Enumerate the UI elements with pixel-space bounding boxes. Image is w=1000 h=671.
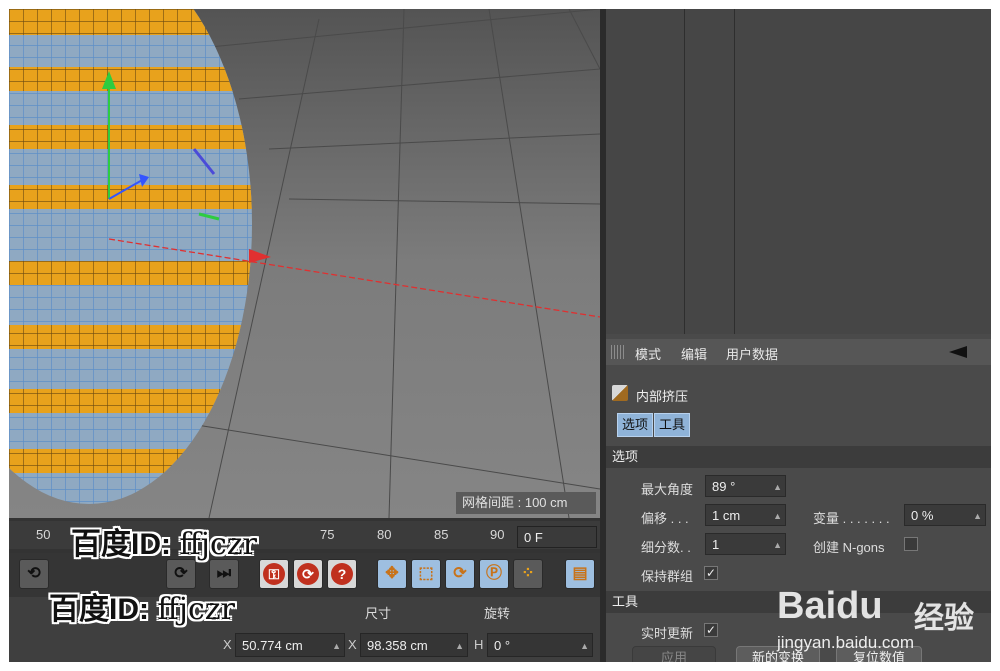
scale-tool-icon[interactable]: ⬚: [411, 559, 441, 589]
3d-viewport[interactable]: 网格间距 : 100 cm: [9, 9, 600, 518]
spinner-icon[interactable]: ▲: [332, 634, 341, 658]
jingyan-url: jingyan.baidu.com: [777, 633, 915, 652]
variance-label: 变量 . . . . . . .: [813, 511, 890, 526]
grip-icon[interactable]: [611, 345, 625, 359]
position-x-label: X: [223, 637, 232, 652]
object-manager[interactable]: [606, 9, 991, 334]
watermark-user: ffjczr: [157, 592, 235, 627]
help-keyframe-icon[interactable]: ?: [327, 559, 357, 589]
apply-button[interactable]: 应用: [632, 646, 716, 662]
max-angle-field[interactable]: 89 ° ▲: [705, 475, 786, 497]
attribute-menubar: 模式 编辑 用户数据: [606, 339, 991, 365]
rotation-h-field[interactable]: 0 ° ▲: [487, 633, 593, 657]
watermark-prefix: 百度ID:: [49, 593, 149, 626]
menu-mode[interactable]: 模式: [635, 344, 661, 363]
size-x-value: 98.358 cm: [367, 638, 428, 653]
current-frame-value: 0 F: [524, 530, 543, 545]
rotate-tool-icon[interactable]: ⟳: [445, 559, 475, 589]
preserve-groups-label: 保持群组: [641, 569, 694, 584]
point-level-icon[interactable]: ⁘: [513, 559, 543, 589]
go-to-start-icon[interactable]: ⟲: [19, 559, 49, 589]
max-angle-label: 最大角度: [641, 482, 694, 497]
watermark-username: 百度ID: ffjczr: [71, 519, 257, 563]
sphere-mesh[interactable]: [9, 9, 269, 518]
realtime-update-checkbox[interactable]: ✓: [704, 623, 718, 637]
variance-field[interactable]: 0 % ▲: [904, 504, 986, 526]
viewport-scene: [9, 9, 600, 518]
position-x-field[interactable]: 50.774 cm ▲: [235, 633, 345, 657]
cinema4d-window: 网格间距 : 100 cm 模式 编辑 用户数据 内部挤压 选项 工具 选项 最…: [9, 9, 991, 662]
baidu-jingyan-watermark: Baidu 经验 jingyan.baidu.com: [771, 571, 991, 662]
create-ngons-checkbox[interactable]: [904, 537, 918, 551]
spinner-icon[interactable]: ▲: [973, 505, 982, 527]
size-x-field[interactable]: 98.358 cm ▲: [360, 633, 468, 657]
grid-spacing-label: 网格间距 : 100 cm: [456, 492, 596, 514]
options-section-header: 选项: [606, 446, 991, 468]
move-tool-icon[interactable]: ✥: [377, 559, 407, 589]
timeline-tick: 90: [490, 527, 505, 542]
watermark-prefix: 百度ID:: [71, 528, 171, 561]
subdivision-label: 细分数. .: [641, 540, 691, 555]
timeline-tick: 80: [377, 527, 392, 542]
max-angle-value: 89 °: [712, 479, 736, 494]
auto-key-icon[interactable]: ⟳: [293, 559, 323, 589]
timeline-tick: 50: [36, 527, 51, 542]
record-key-icon[interactable]: ⚿: [259, 559, 289, 589]
current-frame-field[interactable]: 0 F: [517, 526, 597, 548]
offset-field[interactable]: 1 cm ▲: [705, 504, 786, 526]
film-strip-icon[interactable]: ▤: [565, 559, 595, 589]
size-x-label: X: [348, 637, 357, 652]
jingyan-text: 经验: [914, 602, 974, 635]
menu-edit[interactable]: 编辑: [681, 344, 707, 363]
variance-value: 0 %: [911, 508, 934, 523]
spinner-icon[interactable]: ▲: [773, 476, 782, 498]
offset-label: 偏移 . . .: [641, 511, 689, 526]
realtime-update-label: 实时更新: [641, 626, 694, 641]
rotation-h-label: H: [474, 637, 484, 652]
rotation-h-value: 0 °: [494, 638, 511, 653]
create-ngons-label: 创建 N-gons: [813, 540, 885, 555]
watermark-username-2: 百度ID: ffjczr: [49, 584, 235, 628]
polygon-object-icon: [612, 385, 628, 401]
object-name: 内部挤压: [636, 389, 689, 404]
subdivision-value: 1: [712, 537, 720, 552]
preserve-groups-checkbox[interactable]: ✓: [704, 566, 718, 580]
tab-options[interactable]: 选项: [617, 413, 654, 437]
column-divider: [734, 9, 735, 334]
spinner-icon[interactable]: ▲: [455, 634, 464, 658]
column-divider: [684, 9, 685, 334]
timeline-tick: 85: [434, 527, 449, 542]
timeline-tick: 75: [320, 527, 335, 542]
menu-user-data[interactable]: 用户数据: [726, 344, 778, 363]
size-header: 尺寸: [365, 606, 392, 621]
position-x-value: 50.774 cm: [242, 638, 303, 653]
parameter-tool-icon[interactable]: Ⓟ: [479, 559, 509, 589]
rotation-header: 旋转: [484, 606, 511, 621]
tab-tool[interactable]: 工具: [654, 413, 691, 437]
subdivision-field[interactable]: 1 ▲: [705, 533, 786, 555]
spinner-icon[interactable]: ▲: [773, 534, 782, 556]
spinner-icon[interactable]: ▲: [773, 505, 782, 527]
back-arrow-icon[interactable]: [949, 346, 967, 358]
offset-value: 1 cm: [712, 508, 741, 523]
baidu-logo: Baidu: [777, 585, 883, 627]
spinner-icon[interactable]: ▲: [580, 634, 589, 658]
watermark-user: ffjczr: [179, 527, 257, 562]
